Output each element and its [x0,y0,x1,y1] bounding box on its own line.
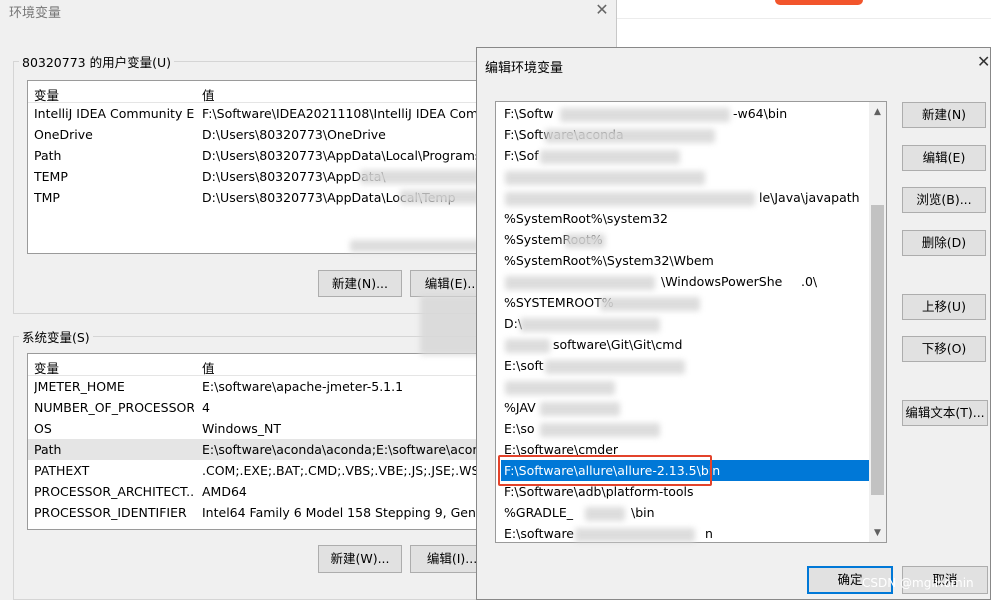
var-name: JMETER_HOME [34,379,125,394]
path-text: E:\software [504,526,575,541]
scroll-up-arrow-icon[interactable]: ▲ [869,104,886,120]
edit-button[interactable]: 编辑(E) [902,145,986,171]
path-text: \WindowsPowerShe [661,274,783,289]
redaction-blur [505,276,655,290]
col-header-name[interactable]: 变量 [34,358,194,377]
var-value: D:\Users\80320773\AppData\Local\Programs… [202,148,493,163]
var-value: AMD64 [202,484,247,499]
system-new-button[interactable]: 新建(W)... [318,545,402,573]
redaction-blur [360,170,480,184]
path-text: %GRADLE_ [504,505,574,520]
var-name: PROCESSOR_ARCHITECT... [34,484,194,499]
scroll-thumb[interactable] [871,205,884,495]
var-value: D:\Users\80320773\OneDrive [202,127,386,142]
list-item[interactable]: %SystemRoot%\system32 [501,208,869,229]
redaction-blur [505,171,705,185]
system-vars-legend: 系统变量(S) [22,330,90,345]
path-text: \bin [631,505,655,520]
redaction-blur [545,360,685,374]
path-text: .0\ [801,274,818,289]
var-value: F:\Software\IDEA20211108\IntelliJ IDEA C… [202,106,499,121]
redaction-blur [420,295,480,355]
var-name: OneDrive [34,127,93,142]
var-value: D:\Users\80320773\AppData\ [202,169,386,184]
redaction-blur [400,190,480,204]
user-new-button[interactable]: 新建(N)... [318,270,402,297]
var-name: IntelliJ IDEA Community E... [34,106,194,121]
dialog-title: 环境变量 [9,6,62,21]
var-value: E:\software\apache-jmeter-5.1.1 [202,379,404,394]
close-icon[interactable]: ✕ [594,0,610,20]
move-up-button[interactable]: 上移(U) [902,294,986,320]
move-down-button[interactable]: 下移(O) [902,336,986,362]
path-text: F:\Software\adb\platform-tools [504,484,694,499]
redaction-blur [540,402,620,416]
user-vars-legend: 80320773 的用户变量(U) [22,55,171,70]
var-name: NUMBER_OF_PROCESSORS [34,400,194,415]
redaction-blur [560,108,730,122]
annotation-highlight-box [498,455,712,486]
col-header-value[interactable]: 值 [202,85,215,104]
var-name: PATHEXT [34,463,90,478]
redaction-blur [545,129,715,143]
list-item[interactable]: software\Git\Git\cmd [501,334,869,355]
new-button[interactable]: 新建(N) [902,102,986,128]
redaction-blur [585,507,625,521]
var-value: 4 [202,400,210,415]
path-text: le\Java\javapath [759,190,860,205]
dialog-title: 编辑环境变量 [485,61,564,76]
path-text: -w64\bin [733,106,788,121]
var-value: Windows_NT [202,421,282,436]
close-icon[interactable]: ✕ [977,52,990,71]
redaction-blur [575,528,695,542]
list-item[interactable]: %SystemRoot%\System32\Wbem [501,250,869,271]
path-text: %SystemRoot%\system32 [504,211,668,226]
redaction-blur [505,381,615,395]
redaction-blur [540,423,660,437]
path-text: F:\Sof [504,148,539,163]
var-name: PROCESSOR_IDENTIFIER [34,505,187,520]
path-text: F:\Softw [504,106,554,121]
path-text: software\Git\Git\cmd [553,337,683,352]
col-header-name[interactable]: 变量 [34,85,194,104]
var-name: TEMP [34,169,68,184]
list-item[interactable]: %SystemRoot% [501,229,869,250]
redaction-blur [540,150,680,164]
redaction-blur [600,297,700,311]
path-text: E:\soft [504,358,544,373]
background-accent-bar [775,0,863,5]
redaction-blur [505,339,550,353]
col-header-value[interactable]: 值 [202,358,215,377]
edit-text-button[interactable]: 编辑文本(T)... [902,400,988,426]
var-name: OS [34,421,52,436]
redaction-blur [520,318,660,332]
watermark-text: CSDN @mgiHomin [862,576,974,590]
path-text: E:\so [504,421,535,436]
delete-button[interactable]: 删除(D) [902,230,986,256]
path-text: %SYSTEMROOT% [504,295,614,310]
browse-button[interactable]: 浏览(B)... [902,187,986,213]
redaction-blur [505,192,755,206]
redaction-blur [350,240,480,252]
var-name: Path [34,442,62,457]
var-value: Intel64 Family 6 Model 158 Stepping 9, G… [202,505,503,520]
redaction-blur [565,234,605,248]
var-name: Path [34,148,62,163]
var-name: TMP [34,190,60,205]
scroll-down-arrow-icon[interactable]: ▼ [869,525,886,541]
path-text: %JAV [504,400,536,415]
var-value: E:\software\aconda\aconda;E:\software\ac… [202,442,496,457]
var-value: .COM;.EXE;.BAT;.CMD;.VBS;.VBE;.JS;.JSE;.… [202,463,508,478]
list-item[interactable]: %GRADLE_ \bin [501,502,869,523]
path-text: n [705,526,713,541]
path-text: %SystemRoot%\System32\Wbem [504,253,714,268]
background-divider [617,18,991,19]
background-browser [617,0,991,50]
